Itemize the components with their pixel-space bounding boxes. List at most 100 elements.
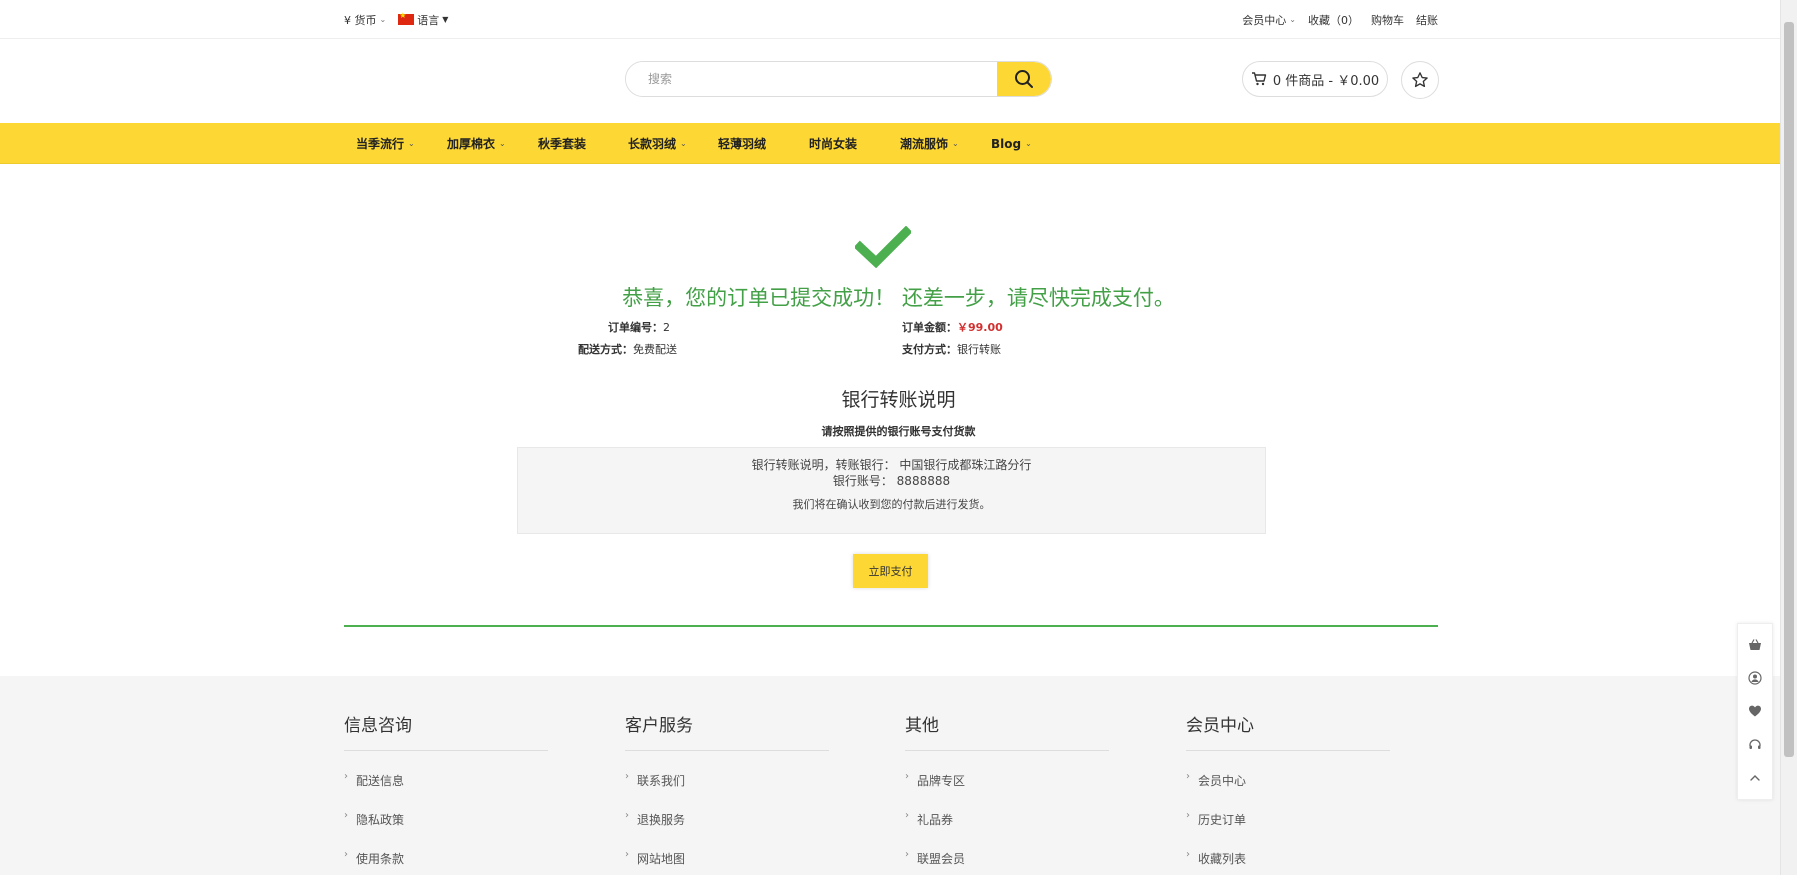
language-label: 语言 (417, 13, 440, 27)
bank-transfer-box: 银行转账说明，转账银行： 中国银行成都珠江路分行 银行账号： 8888888 我… (517, 447, 1266, 534)
chevron-right-icon: › (625, 849, 629, 860)
footer-link-label: 联系我们 (637, 774, 686, 788)
chevron-right-icon: › (905, 849, 909, 860)
chevron-down-icon: ⌄ (680, 139, 687, 148)
search-input[interactable] (626, 62, 997, 96)
chevron-right-icon: › (344, 849, 348, 860)
footer-link[interactable]: › 历史订单 (1186, 800, 1390, 839)
footer-link[interactable]: › 收藏列表 (1186, 839, 1390, 875)
member-center-link[interactable]: 会员中心 ⌄ (1242, 12, 1296, 28)
chevron-down-icon: ⌄ (408, 139, 415, 148)
pay-now-button[interactable]: 立即支付 (853, 554, 928, 588)
success-message: 恭喜，您的订单已提交成功！ 还差一步，请尽快完成支付。 (622, 286, 1175, 310)
nav-item-seasonal[interactable]: 当季流行 ⌄ (356, 135, 447, 152)
main-nav: 当季流行 ⌄ 加厚棉衣 ⌄ 秋季套装 长款羽绒 ⌄ 轻薄羽绒 时尚女装 潮流服饰 ⌄ B… (0, 123, 1797, 164)
order-amount-label: 订单金额： (902, 321, 957, 334)
header: 0 件商品 - ￥0.00 (0, 39, 1797, 123)
cart-summary: 0 件商品 - ￥0.00 (1272, 73, 1380, 89)
side-toolbar (1737, 623, 1773, 800)
member-center-label: 会员中心 (1242, 13, 1287, 27)
footer-link[interactable]: › 网站地图 (625, 839, 829, 875)
footer-column-title: 信息咨询 (344, 711, 548, 751)
payment-method: 支付方式：银行转账 (902, 341, 1001, 357)
footer-link-label: 礼品券 (917, 813, 954, 827)
nav-item-blog[interactable]: Blog ⌄ (991, 137, 1071, 151)
footer-column-title: 客户服务 (625, 711, 829, 751)
nav-item-padded-coats[interactable]: 加厚棉衣 ⌄ (447, 135, 538, 152)
footer-link[interactable]: › 退换服务 (625, 800, 829, 839)
footer-link[interactable]: › 联盟会员 (905, 839, 1109, 875)
side-wishlist-button[interactable] (1745, 701, 1765, 721)
cart-button[interactable]: 0 件商品 - ￥0.00 (1242, 61, 1388, 97)
chevron-right-icon: › (344, 810, 348, 821)
cart-link[interactable]: 购物车 (1371, 12, 1404, 28)
heart-icon (1749, 706, 1761, 717)
currency-selector[interactable]: ¥ 货币 ⌄ (344, 12, 386, 28)
chevron-right-icon: › (625, 810, 629, 821)
page-scrollbar[interactable] (1780, 0, 1797, 875)
footer-link-label: 使用条款 (356, 852, 405, 866)
payment-method-value: 银行转账 (957, 343, 1001, 356)
search-bar (625, 61, 1052, 97)
footer-link[interactable]: › 会员中心 (1186, 761, 1390, 800)
footer-link[interactable]: › 使用条款 (344, 839, 548, 875)
shipping-method: 配送方式：免费配送 (578, 341, 677, 357)
bank-transfer-subtitle: 请按照提供的银行账号支付货款 (821, 425, 976, 438)
chevron-right-icon: › (625, 771, 629, 782)
footer-link-label: 会员中心 (1198, 774, 1247, 788)
china-flag-icon (398, 11, 415, 25)
user-circle-icon (1748, 671, 1762, 685)
nav-item-label: 秋季套装 (538, 137, 587, 151)
chevron-down-icon: ⌄ (1289, 15, 1296, 24)
footer-link-label: 品牌专区 (917, 774, 966, 788)
bank-note: 我们将在确认收到您的付款后进行发货。 (792, 498, 991, 511)
nav-item-long-down[interactable]: 长款羽绒 ⌄ (628, 135, 718, 152)
chevron-right-icon: › (344, 771, 348, 782)
chevron-down-icon: ⌄ (499, 139, 506, 148)
nav-item-label: 当季流行 (356, 137, 405, 151)
footer-column-title: 会员中心 (1186, 711, 1390, 751)
scrollbar-thumb[interactable] (1784, 22, 1794, 757)
nav-item-label: 加厚棉衣 (447, 137, 496, 151)
chevron-right-icon: › (1186, 771, 1190, 782)
footer-link[interactable]: › 隐私政策 (344, 800, 548, 839)
footer-column-service: 客户服务 › 联系我们 › 退换服务 › 网站地图 (625, 676, 829, 875)
search-icon (1015, 70, 1033, 88)
footer-link[interactable]: › 联系我们 (625, 761, 829, 800)
footer-link[interactable]: › 品牌专区 (905, 761, 1109, 800)
nav-item-label: 潮流服饰 (900, 137, 949, 151)
wishlist-button[interactable] (1401, 61, 1439, 99)
currency-label: ¥ 货币 (344, 13, 377, 27)
chevron-down-icon: ⌄ (1025, 139, 1032, 148)
headset-icon (1749, 739, 1761, 749)
nav-item-label: 时尚女装 (809, 137, 858, 151)
nav-item-trendy[interactable]: 潮流服饰 ⌄ (900, 135, 991, 152)
chevron-down-icon: ⌄ (379, 15, 387, 24)
footer-link[interactable]: › 配送信息 (344, 761, 548, 800)
footer: 信息咨询 › 配送信息 › 隐私政策 › 使用条款 客户服务 › 联系我们 › 退换服务 … (0, 676, 1797, 875)
back-to-top-button[interactable] (1745, 768, 1765, 788)
side-cart-button[interactable] (1745, 635, 1765, 655)
search-button[interactable] (997, 62, 1051, 96)
caret-down-icon: ▼ (442, 15, 449, 24)
shipping-method-value: 免费配送 (633, 343, 677, 356)
footer-link-label: 网站地图 (637, 852, 686, 866)
side-account-button[interactable] (1745, 668, 1765, 688)
side-support-button[interactable] (1745, 735, 1765, 755)
footer-link-label: 联盟会员 (917, 852, 966, 866)
nav-item-fashion-women[interactable]: 时尚女装 (809, 135, 900, 152)
order-number-value: 2 (663, 321, 670, 334)
footer-link-label: 收藏列表 (1198, 852, 1247, 866)
bank-account-line: 银行账号： 8888888 (832, 474, 951, 488)
nav-item-autumn-sets[interactable]: 秋季套装 (538, 135, 628, 152)
chevron-right-icon: › (905, 810, 909, 821)
basket-icon (1749, 638, 1761, 650)
footer-link-label: 隐私政策 (356, 813, 405, 827)
language-selector[interactable]: 语言 ▼ (398, 11, 449, 28)
order-amount: 订单金额：￥99.00 (902, 319, 1003, 335)
chevron-right-icon: › (1186, 849, 1190, 860)
nav-item-light-down[interactable]: 轻薄羽绒 (718, 135, 809, 152)
checkout-link[interactable]: 结账 (1416, 12, 1438, 28)
footer-link[interactable]: › 礼品券 (905, 800, 1109, 839)
favorites-link[interactable]: 收藏（0） (1308, 12, 1359, 28)
